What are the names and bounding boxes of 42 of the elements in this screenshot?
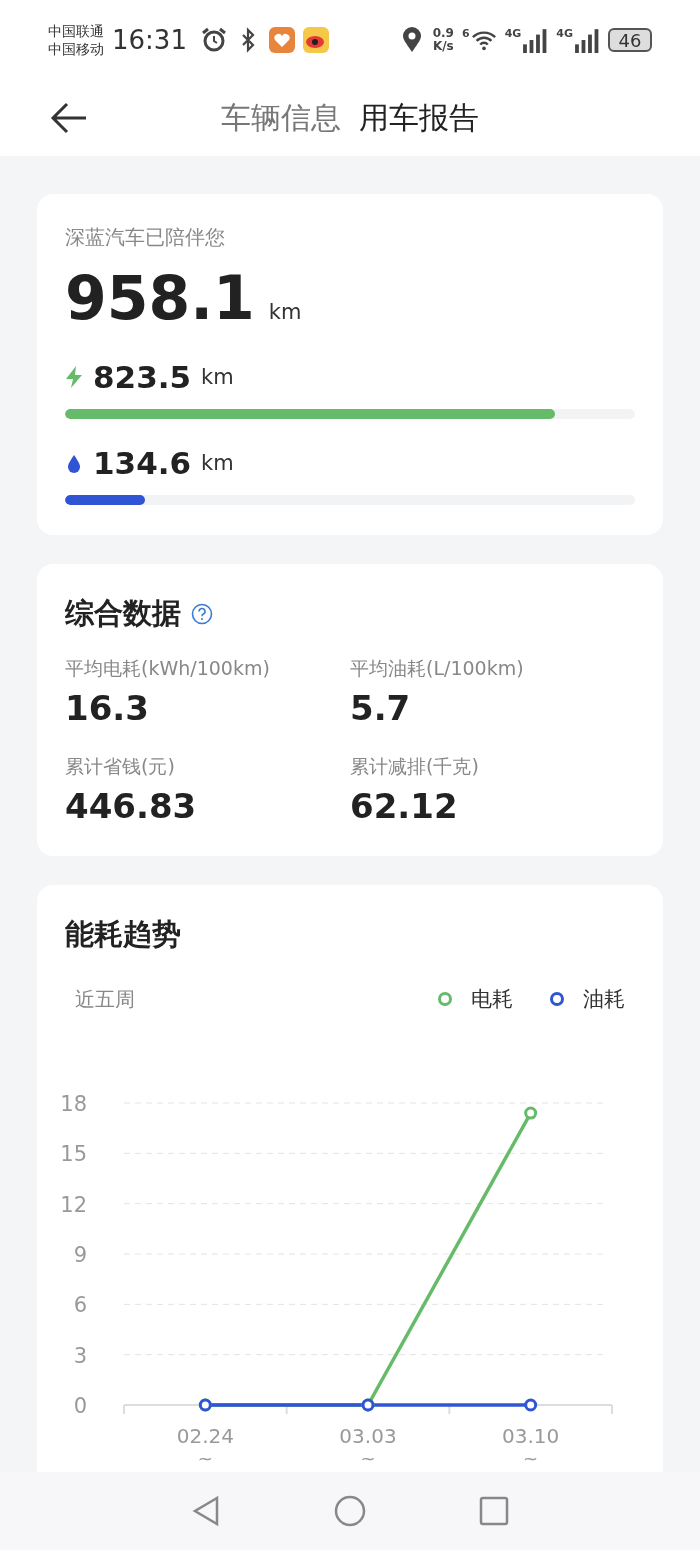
stat-label: 平均油耗(L/100km)	[350, 656, 525, 681]
stat-label: 累计省钱(元)	[65, 754, 176, 779]
period-label: 近五周	[75, 985, 136, 1013]
axis-tick-label: 03.10	[502, 1424, 560, 1448]
caption: 深蓝汽车已陪伴您	[65, 224, 226, 251]
axis-tick-label: 9	[73, 1243, 87, 1267]
mileage-value: 823.5	[93, 359, 192, 395]
stat-value: 446.83	[65, 786, 198, 826]
axis-tick-label: 03.03	[339, 1424, 397, 1448]
axis-tick-label: 6	[73, 1293, 87, 1318]
wifi-label: 6	[461, 27, 470, 40]
mileage-value: 134.6	[93, 445, 192, 481]
axis-tick-label: 3	[73, 1343, 87, 1368]
battery-level: 46	[608, 28, 652, 52]
stat-value: 16.3	[65, 688, 150, 728]
axis-tick-label: 02.24	[176, 1424, 234, 1448]
carrier-name: 中国移动	[48, 40, 104, 58]
legend-label: 油耗	[583, 986, 625, 1013]
network-speed: 0.9	[432, 27, 454, 40]
range-mark: ~	[523, 1448, 539, 1469]
section-title: 综合数据	[65, 595, 181, 632]
network-type-label: 4G	[504, 27, 522, 40]
range-mark: ~	[197, 1448, 213, 1469]
axis-tick-label: 18	[60, 1092, 87, 1116]
stat-label: 平均电耗(kWh/100km)	[65, 656, 271, 681]
range-mark: ~	[360, 1448, 376, 1469]
stat-label: 累计减排(千克)	[350, 754, 480, 779]
stat-value: 5.7	[350, 688, 412, 728]
axis-tick-label: 12	[60, 1192, 87, 1217]
network-speed: K/s	[432, 40, 454, 53]
network-type-label: 4G	[556, 27, 573, 40]
clock-time: 16:31	[112, 25, 187, 55]
unit-label: km	[201, 451, 234, 475]
unit-label: km	[268, 300, 302, 324]
total-mileage: 958.1	[65, 263, 255, 333]
axis-tick-label: 15	[60, 1142, 87, 1167]
axis-tick-label: 0	[73, 1394, 87, 1418]
section-title: 能耗趋势	[65, 916, 182, 953]
unit-label: km	[201, 365, 234, 389]
stat-value: 62.12	[350, 786, 459, 826]
carrier-name: 中国联通	[48, 22, 104, 40]
legend-label: 电耗	[471, 986, 513, 1013]
